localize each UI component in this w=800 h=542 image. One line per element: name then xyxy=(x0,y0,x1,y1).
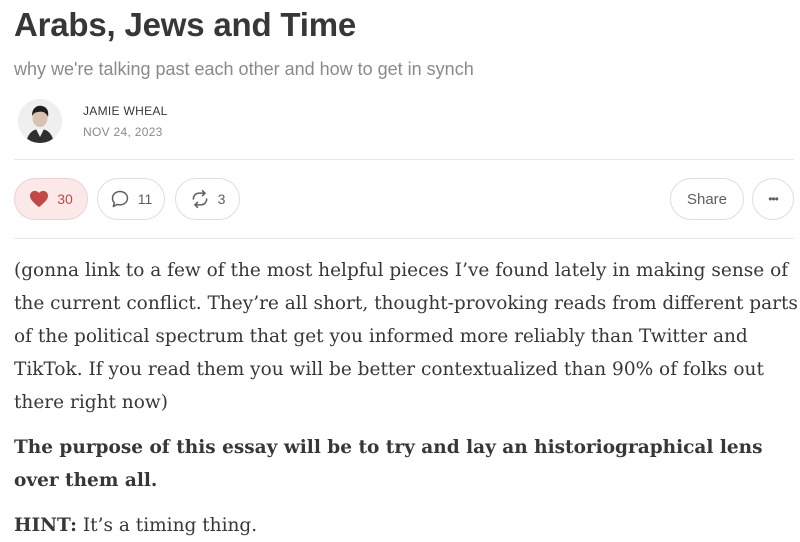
restack-button[interactable]: 3 xyxy=(175,178,240,220)
comment-count: 11 xyxy=(137,191,153,207)
hint-text: It’s a timing thing. xyxy=(76,515,258,536)
hint-label: HINT: xyxy=(14,515,77,536)
more-options-button[interactable]: ••• xyxy=(752,178,794,220)
author-avatar[interactable] xyxy=(18,99,62,143)
paragraph-purpose: The purpose of this essay will be to try… xyxy=(14,437,763,491)
restack-count: 3 xyxy=(217,191,226,207)
post-body: (gonna link to a few of the most helpful… xyxy=(14,254,800,542)
like-button[interactable]: 30 xyxy=(14,178,88,220)
paragraph-intro: (gonna link to a few of the most helpful… xyxy=(14,260,798,413)
share-label: Share xyxy=(686,190,728,208)
ellipsis-icon: ••• xyxy=(768,192,779,206)
like-count: 30 xyxy=(57,191,73,207)
author-name[interactable]: JAMIE WHEAL xyxy=(83,104,168,118)
post-subtitle: why we're talking past each other and ho… xyxy=(14,59,474,79)
heart-icon xyxy=(29,190,49,208)
divider-bottom xyxy=(14,238,794,239)
divider-top xyxy=(14,159,794,160)
repost-icon xyxy=(190,189,210,209)
comments-button[interactable]: 11 xyxy=(97,178,165,220)
publish-date: NOV 24, 2023 xyxy=(83,125,163,139)
share-button[interactable]: Share xyxy=(670,178,744,220)
post-title: Arabs, Jews and Time xyxy=(14,6,357,43)
post-page: Arabs, Jews and Time why we're talking p… xyxy=(0,0,800,540)
paragraph-hint: HINT: It’s a timing thing. xyxy=(14,509,800,542)
speech-bubble-icon xyxy=(110,189,130,209)
